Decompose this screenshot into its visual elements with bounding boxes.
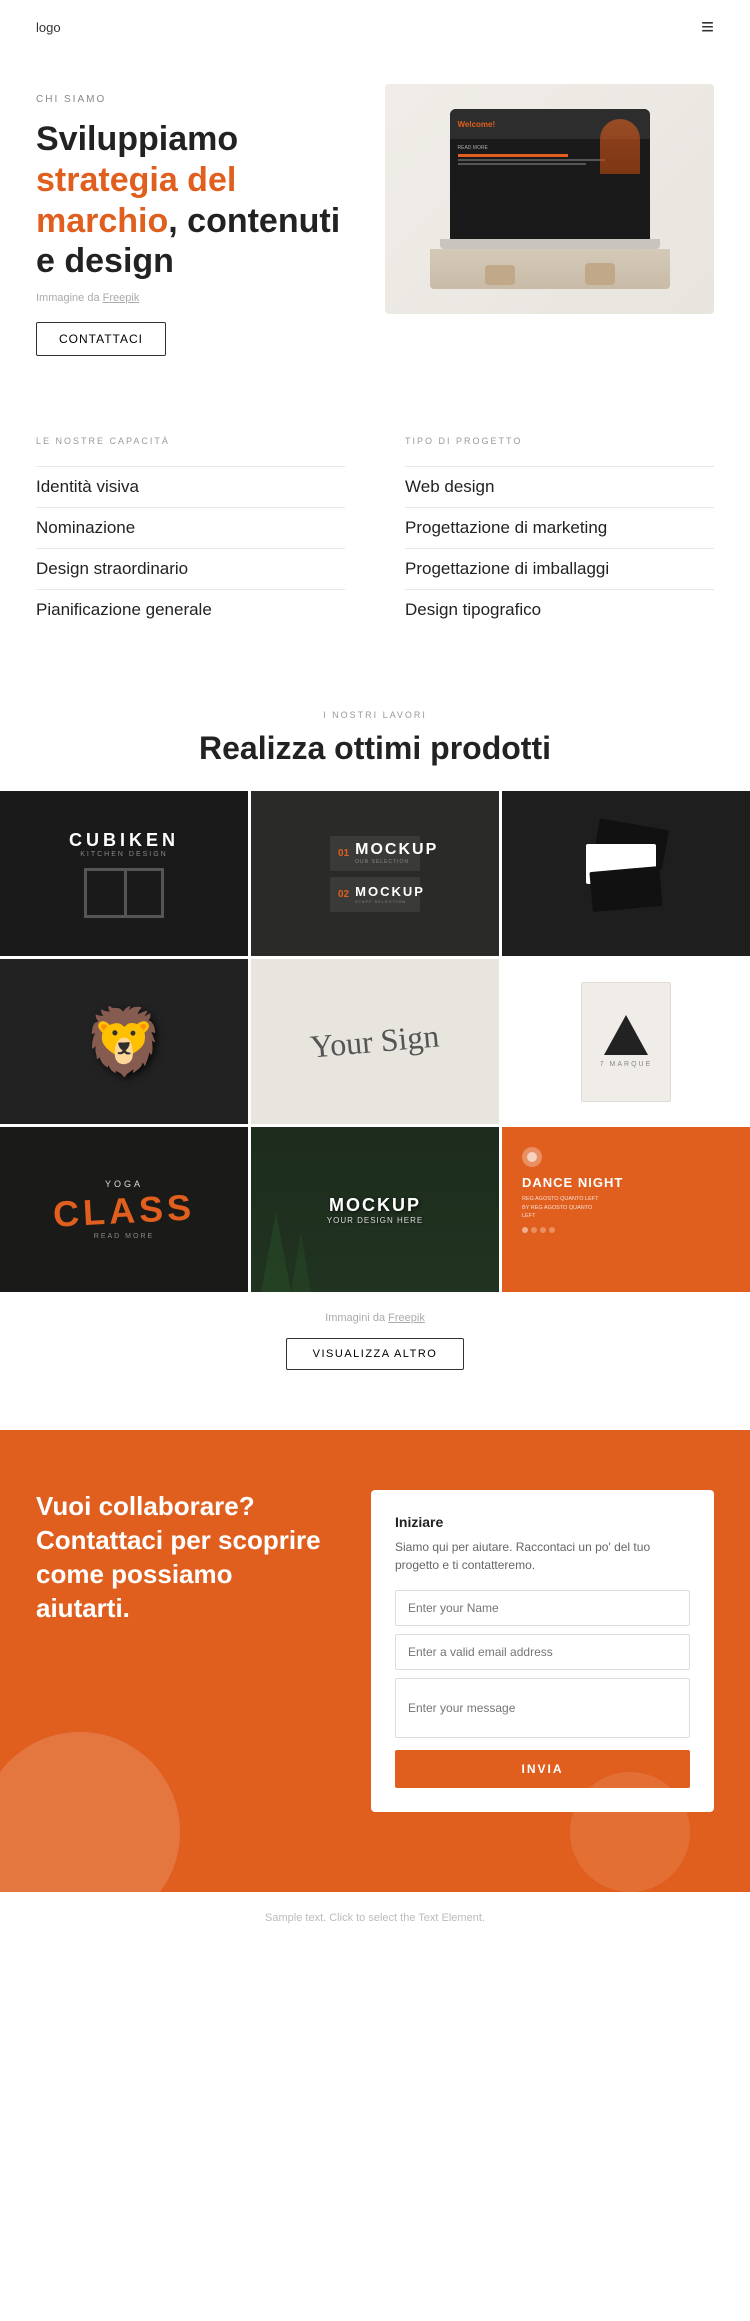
portfolio-item-triangle-bag[interactable]: 7 MARQUE [502, 959, 750, 1124]
mockup-outdoor-text: MOCKUP [329, 1195, 421, 1216]
portfolio-item-mockup-cards[interactable]: 01 MOCKUP OUR SELECTION 02 MOCKUP STAFF … [251, 791, 499, 956]
portfolio-item-outdoor-mockup[interactable]: MOCKUP YOUR DESIGN HERE [251, 1127, 499, 1292]
laptop-screen: Welcome! READ MORE [450, 109, 650, 239]
capability-item: Pianificazione generale [36, 589, 345, 630]
portfolio-freepik-link[interactable]: Freepik [388, 1312, 425, 1324]
laptop-base [440, 239, 660, 249]
mockup-stack: 01 MOCKUP OUR SELECTION 02 MOCKUP STAFF … [330, 836, 420, 912]
portfolio-item-dance-night[interactable]: DANCE NIGHT REG AGOSTO QUANTO LEFT BY RE… [502, 1127, 750, 1292]
bag-container: 7 MARQUE [581, 982, 671, 1102]
menu-icon[interactable]: ≡ [701, 14, 714, 40]
portfolio-item-cubiken[interactable]: CUBIKEN KITCHEN DESIGN [0, 791, 248, 956]
view-more-button[interactable]: VISUALIZZA ALTRO [286, 1338, 465, 1370]
dance-title-text: DANCE NIGHT [522, 1175, 623, 1191]
header: logo ≡ [0, 0, 750, 54]
cta-section: Vuoi collaborare? Contattaci per scoprir… [0, 1430, 750, 1892]
message-input[interactable] [395, 1678, 690, 1738]
dance-content: DANCE NIGHT REG AGOSTO QUANTO LEFT BY RE… [514, 1139, 631, 1241]
logo: logo [36, 20, 61, 35]
cap-col1-label: LE NOSTRE CAPACITÀ [36, 436, 345, 446]
capabilities-col1: LE NOSTRE CAPACITÀ Identità visiva Nomin… [36, 436, 345, 630]
capability-item: Nominazione [36, 507, 345, 548]
hero-image-credit: Immagine da Freepik [36, 292, 365, 304]
outdoor-overlay: MOCKUP YOUR DESIGN HERE [251, 1127, 499, 1292]
dance-dots [522, 1227, 623, 1233]
contact-button[interactable]: CONTATTACI [36, 322, 166, 356]
hero-section: CHI SIAMO Sviluppiamo strategia del marc… [0, 54, 750, 396]
yoga-content: YOGA CLASS READ MORE [53, 1179, 195, 1240]
triangle-icon [604, 1015, 648, 1055]
project-type-item: Progettazione di imballaggi [405, 548, 714, 589]
contact-form: Iniziare Siamo qui per aiutare. Racconta… [371, 1490, 714, 1812]
cta-left: Vuoi collaborare? Contattaci per scoprir… [36, 1490, 331, 1812]
capability-item: Identità visiva [36, 466, 345, 507]
portfolio-footer: Immagini da Freepik VISUALIZZA ALTRO [0, 1292, 750, 1390]
portfolio-item-lion[interactable]: 🦁 [0, 959, 248, 1124]
submit-button[interactable]: INVIA [395, 1750, 690, 1788]
portfolio-section: I NOSTRI LAVORI Realizza ottimi prodotti… [0, 670, 750, 1430]
portfolio-grid: CUBIKEN KITCHEN DESIGN 01 MOCKUP OUR SEL… [0, 791, 750, 1292]
portfolio-title: Realizza ottimi prodotti [36, 730, 714, 767]
hero-left: CHI SIAMO Sviluppiamo strategia del marc… [36, 84, 365, 356]
freepik-link[interactable]: Freepik [103, 292, 140, 304]
capability-item: Design straordinario [36, 548, 345, 589]
project-type-item: Progettazione di marketing [405, 507, 714, 548]
capabilities-col2: TIPO DI PROGETTO Web design Progettazion… [405, 436, 714, 630]
footer-text: Sample text. Click to select the Text El… [36, 1912, 714, 1924]
project-type-item: Web design [405, 466, 714, 507]
dance-sub-text: REG AGOSTO QUANTO LEFT BY REG AGOSTO QUA… [522, 1195, 602, 1221]
footer: Sample text. Click to select the Text El… [0, 1892, 750, 1944]
hero-image: Welcome! READ MORE [385, 84, 714, 314]
email-input[interactable] [395, 1634, 690, 1670]
class-text: CLASS [52, 1189, 196, 1232]
project-type-item: Design tipografico [405, 589, 714, 630]
business-cards [586, 824, 666, 924]
portfolio-credit: Immagini da Freepik [36, 1312, 714, 1324]
hero-label: CHI SIAMO [36, 94, 365, 105]
portfolio-header: I NOSTRI LAVORI Realizza ottimi prodotti [0, 710, 750, 767]
portfolio-item-signature[interactable]: Your Sign [251, 959, 499, 1124]
portfolio-label: I NOSTRI LAVORI [36, 710, 714, 720]
mockup-outdoor-sub: YOUR DESIGN HERE [327, 1216, 423, 1225]
portfolio-item-yoga[interactable]: YOGA CLASS READ MORE [0, 1127, 248, 1292]
cta-title: Vuoi collaborare? Contattaci per scoprir… [36, 1490, 331, 1625]
name-input[interactable] [395, 1590, 690, 1626]
cubiken-logo: CUBIKEN KITCHEN DESIGN [69, 830, 179, 918]
hero-right: Welcome! READ MORE [385, 84, 714, 314]
signature-text: Your Sign [309, 1018, 441, 1066]
form-title: Iniziare [395, 1514, 690, 1530]
hero-title: Sviluppiamo strategia del marchio, conte… [36, 119, 365, 282]
lion-icon: 🦁 [84, 1004, 165, 1080]
cap-col2-label: TIPO DI PROGETTO [405, 436, 714, 446]
hero-title-line1: Sviluppiamo [36, 120, 238, 158]
portfolio-item-biz-cards[interactable] [502, 791, 750, 956]
capabilities-section: LE NOSTRE CAPACITÀ Identità visiva Nomin… [0, 396, 750, 670]
form-description: Siamo qui per aiutare. Raccontaci un po'… [395, 1538, 690, 1574]
